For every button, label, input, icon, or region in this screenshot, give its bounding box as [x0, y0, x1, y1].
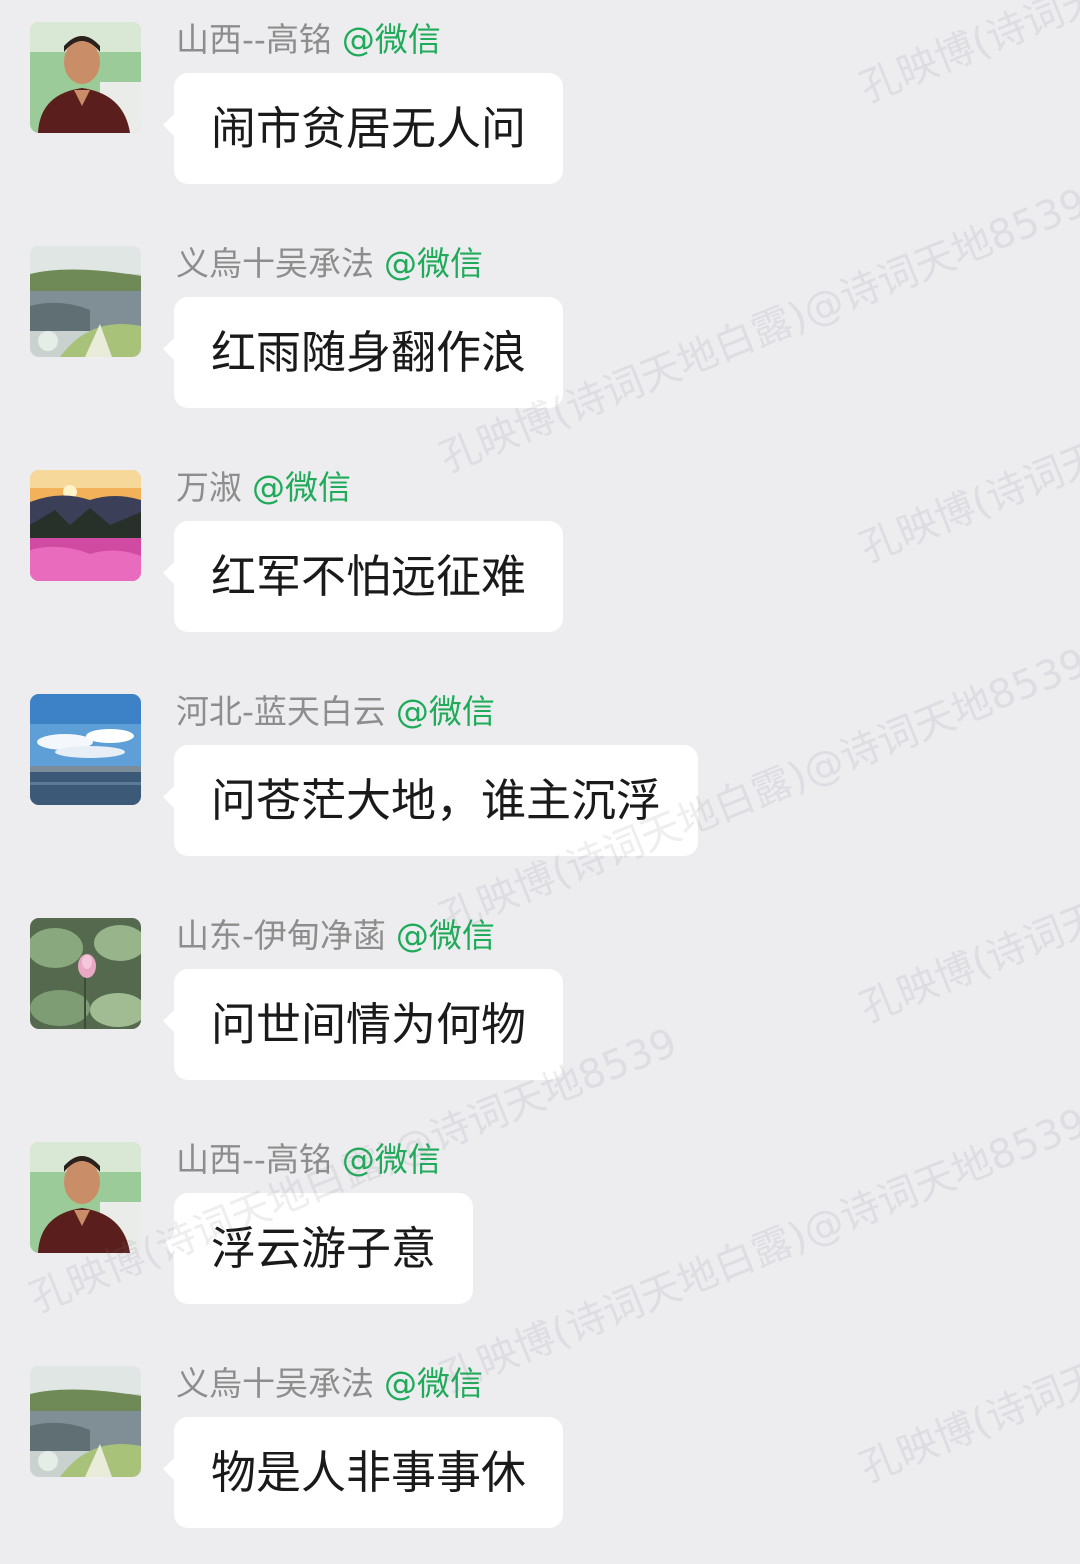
message-bubble[interactable]: 问世间情为何物	[162, 969, 564, 1080]
sea-sky-avatar[interactable]	[30, 694, 141, 805]
sender-name[interactable]: 义烏十吴承法	[176, 1364, 374, 1403]
lake-avatar[interactable]	[30, 1366, 141, 1477]
sender-line: 河北-蓝天白云 @微信	[176, 690, 495, 734]
message-bubble[interactable]: 闹市贫居无人问	[162, 73, 564, 184]
sender-line: 万淑 @微信	[176, 466, 351, 510]
chat-message: 山西--高铭 @微信 闹市贫居无人问	[30, 0, 1030, 220]
message-bubble[interactable]: 红军不怕远征难	[162, 521, 564, 632]
lake-avatar[interactable]	[30, 246, 141, 357]
sender-name[interactable]: 义烏十吴承法	[176, 244, 374, 283]
sender-tag: @微信	[341, 20, 441, 59]
message-bubble[interactable]: 浮云游子意	[162, 1193, 474, 1304]
sender-tag: @微信	[384, 1364, 483, 1403]
sender-tag: @微信	[395, 916, 495, 955]
message-bubble[interactable]: 红雨随身翻作浪	[162, 297, 564, 408]
sender-line: 山东-伊甸净菡 @微信	[176, 914, 495, 958]
person-avatar[interactable]	[30, 1142, 141, 1253]
message-bubble[interactable]: 问苍茫大地，谁主沉浮	[162, 745, 699, 856]
sender-line: 山西--高铭 @微信	[176, 18, 441, 62]
sender-name[interactable]: 河北-蓝天白云	[176, 692, 386, 731]
sender-tag: @微信	[252, 468, 351, 507]
chat-message: 山西--高铭 @微信 浮云游子意	[30, 1120, 1030, 1340]
chat-message: 义烏十吴承法 @微信 物是人非事事休	[30, 1344, 1030, 1564]
sender-name[interactable]: 山西--高铭	[176, 20, 332, 59]
sender-tag: @微信	[395, 692, 495, 731]
chat-message: 义烏十吴承法 @微信 红雨随身翻作浪	[30, 224, 1030, 444]
sender-name[interactable]: 山东-伊甸净菡	[176, 916, 386, 955]
message-bubble[interactable]: 物是人非事事休	[162, 1417, 564, 1528]
chat-message: 河北-蓝天白云 @微信 问苍茫大地，谁主沉浮	[30, 672, 1030, 892]
person-avatar[interactable]	[30, 22, 141, 133]
chat-message-list[interactable]: 山西--高铭 @微信 闹市贫居无人问 义烏十吴承法 @微信 红雨随身翻作浪 万淑…	[0, 0, 1080, 1555]
sender-line: 义烏十吴承法 @微信	[176, 242, 483, 286]
lotus-avatar[interactable]	[30, 918, 141, 1029]
sunset-flowers-avatar[interactable]	[30, 470, 141, 581]
sender-name[interactable]: 万淑	[176, 468, 242, 507]
chat-message: 万淑 @微信 红军不怕远征难	[30, 448, 1030, 668]
sender-tag: @微信	[341, 1140, 441, 1179]
sender-line: 山西--高铭 @微信	[176, 1138, 441, 1182]
chat-message: 山东-伊甸净菡 @微信 问世间情为何物	[30, 896, 1030, 1116]
sender-tag: @微信	[384, 244, 483, 283]
sender-name[interactable]: 山西--高铭	[176, 1140, 332, 1179]
sender-line: 义烏十吴承法 @微信	[176, 1362, 483, 1406]
